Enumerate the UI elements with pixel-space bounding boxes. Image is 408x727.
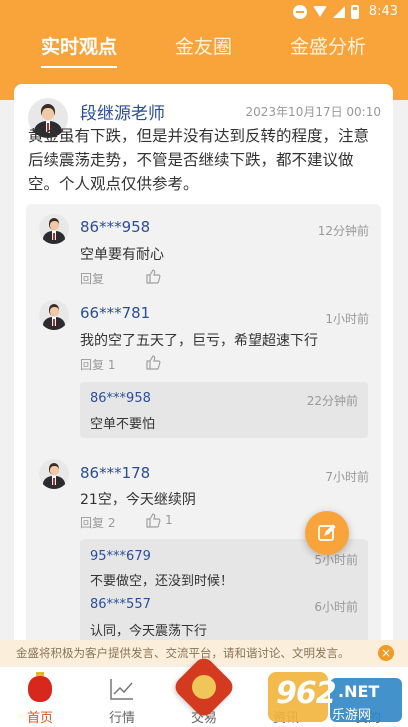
nav-home[interactable]: 首页 [10,667,70,727]
reply-button[interactable]: 回复 [80,270,104,287]
like-count: 1 [165,513,173,527]
replier-name[interactable]: 95***679 [90,549,151,564]
like-button[interactable] [145,354,165,370]
comment-text: 21空，今天继续阴 [80,492,196,508]
reply-thread: 95***679 5小时前 不要做空，还没到时候！ 86***557 6小时前 … [80,539,368,649]
watermark-number: 962 [276,676,337,711]
watermark-site: 乐游网 [332,708,372,723]
battery-icon [350,4,359,19]
reply-button[interactable]: 回复 2 [80,514,115,531]
reply-text: 认同，今天震荡下行 [90,624,208,639]
thumbs-up-icon [146,355,161,370]
comment-time: 7小时前 [325,470,369,484]
lantern-icon [28,672,52,702]
commenter-name[interactable]: 86***178 [80,464,150,482]
tab-jinsheng-analysis[interactable]: 金盛分析 [290,32,366,59]
commenter-avatar[interactable] [39,214,69,244]
trade-logo-emblem [192,675,216,699]
comment-list: 86***958 12分钟前 空单要有耐心 回复 66***781 1小时前 我… [26,204,381,664]
comment-time: 12分钟前 [317,224,369,238]
comment-time: 1小时前 [325,312,369,326]
tab-realtime-view[interactable]: 实时观点 [41,32,117,59]
commenter-avatar[interactable] [39,459,69,489]
reply-time: 22分钟前 [306,394,358,408]
signal-icon [332,5,345,18]
active-tab-indicator [41,66,117,68]
nav-market[interactable]: 行情 [92,667,152,727]
post-time: 2023年10月17日 00:10 [245,105,381,119]
nav-market-label: 行情 [108,711,135,726]
nav-home-label: 首页 [26,711,53,726]
comment-text: 空单要有耐心 [80,247,164,263]
notice-text: 金盛将积极为客户提供发言、交流平台，请和谐讨论、文明发言。 [16,646,350,660]
edit-icon [318,524,336,541]
commenter-avatar[interactable] [39,300,69,330]
compose-button[interactable] [305,511,349,555]
thumbs-up-icon [146,269,161,284]
post-card: 段继源老师 2023年10月17日 00:10 黄金虽有下跌，但是并没有达到反转… [14,84,393,664]
reply-text: 空单不要怕 [90,417,156,432]
reply-thread: 86***958 22分钟前 空单不要怕 [80,382,368,438]
status-time: 8:43 [368,4,398,19]
top-tab-bar: 实时观点 金友圈 金盛分析 [0,24,408,80]
commenter-name[interactable]: 86***958 [80,218,150,236]
reply-button[interactable]: 回复 1 [80,356,115,373]
tab-gold-friends[interactable]: 金友圈 [175,32,232,59]
reply-text: 不要做空，还没到时候！ [90,574,234,589]
notice-close-button[interactable]: × [378,645,394,661]
post-content: 黄金虽有下跌，但是并没有达到反转的程度，注意后续震荡走势，不管是否继续下跌，都不… [28,127,370,193]
like-button[interactable] [145,268,165,284]
replier-name[interactable]: 86***557 [90,597,151,612]
do-not-disturb-icon [292,4,307,19]
reply-time: 6小时前 [314,600,358,614]
status-icons: 8:43 [292,4,398,19]
thumbs-up-icon [146,513,161,528]
commenter-name[interactable]: 66***781 [80,304,150,322]
comment-text: 我的空了五天了，巨亏，希望超速下行 [80,333,318,349]
replier-name[interactable]: 86***958 [90,391,151,406]
status-bar: 8:43 [0,0,408,24]
watermark-suffix: .NET [338,682,380,701]
site-watermark: 962 .NET 乐游网 [268,672,403,724]
like-button[interactable]: 1 [145,512,173,528]
wifi-icon [312,6,327,17]
chart-line-icon [110,679,133,700]
author-name[interactable]: 段继源老师 [80,99,165,124]
